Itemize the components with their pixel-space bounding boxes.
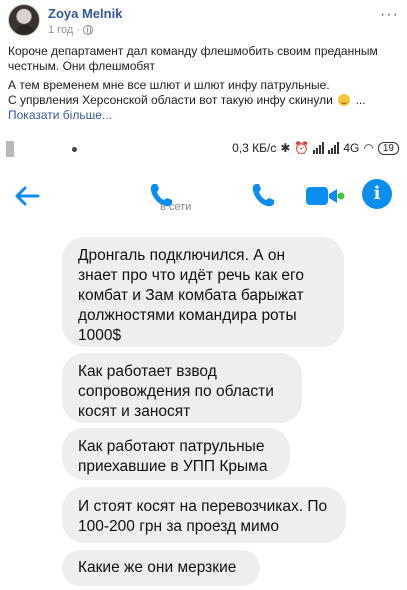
network-speed: 0,3 КБ/с bbox=[232, 141, 277, 155]
post-paragraph-2: А тем временем мне все шлют и шлют инфу … bbox=[8, 78, 400, 123]
status-icons: 0,3 КБ/с ✱ ⏰ 4G ◠ 19 bbox=[232, 141, 399, 155]
post-paragraph-1: Короче департамент дал команду флешмобит… bbox=[8, 44, 378, 73]
see-more-link[interactable]: Показати більше... bbox=[8, 108, 112, 122]
phone-status-bar: 0,3 КБ/с ✱ ⏰ 4G ◠ 19 bbox=[0, 133, 407, 165]
smile-emoji-icon bbox=[338, 94, 351, 106]
post-ellipsis: ... bbox=[355, 93, 366, 107]
back-arrow-icon[interactable] bbox=[12, 181, 42, 211]
more-options-icon[interactable]: ··· bbox=[380, 6, 399, 24]
signal-icon bbox=[313, 142, 325, 154]
message-bubble[interactable]: Как работает взвод сопровождения по обла… bbox=[62, 353, 302, 423]
attached-screenshot[interactable]: 0,3 КБ/с ✱ ⏰ 4G ◠ 19 в сети i Дронгаль п… bbox=[0, 133, 407, 590]
network-type: 4G bbox=[343, 141, 360, 155]
chat-header: в сети i bbox=[0, 175, 407, 221]
message-bubble[interactable]: Дронгаль подключился. А он знает про что… bbox=[62, 237, 344, 347]
wifi-icon: ◠ bbox=[363, 141, 374, 155]
signal-icon-2 bbox=[328, 142, 340, 154]
online-status: в сети bbox=[160, 201, 192, 213]
avatar[interactable] bbox=[8, 4, 40, 36]
blurred-area bbox=[6, 141, 14, 157]
alarm-icon: ⏰ bbox=[294, 141, 310, 155]
notification-dot-icon bbox=[72, 147, 77, 152]
bluetooth-icon: ✱ bbox=[280, 141, 291, 155]
author-name[interactable]: Zoya Melnik bbox=[48, 6, 122, 21]
message-bubble[interactable]: Как работают патрульные приехавшие в УПП… bbox=[62, 428, 290, 480]
info-icon[interactable]: i bbox=[362, 179, 392, 209]
post-text: Короче департамент дал команду флешмобит… bbox=[8, 44, 400, 123]
video-call-icon[interactable] bbox=[305, 185, 345, 207]
post-time[interactable]: 1 год bbox=[48, 24, 73, 36]
message-bubble[interactable]: Какие же они мерзкие bbox=[62, 550, 260, 586]
globe-icon bbox=[82, 25, 93, 35]
voice-call-icon[interactable] bbox=[250, 181, 276, 209]
message-bubble[interactable]: И стоят косят на перевозчиках. По 100-20… bbox=[62, 487, 346, 543]
battery-icon: 19 bbox=[377, 141, 399, 155]
meta-separator: · bbox=[76, 24, 80, 36]
post-line-1: А тем временем мне все шлют и шлют инфу … bbox=[8, 78, 330, 92]
post-meta: 1 год · bbox=[48, 24, 93, 36]
post-line-2: С упрвления Херсонской области вот такую… bbox=[8, 93, 333, 107]
post-header: Zoya Melnik 1 год · ··· bbox=[0, 0, 407, 40]
